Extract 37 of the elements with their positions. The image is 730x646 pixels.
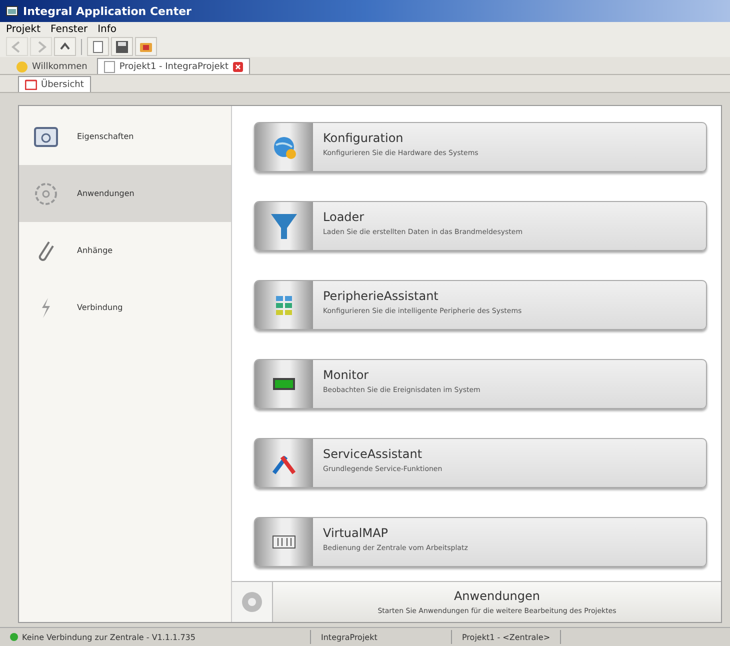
tab-label: Übersicht: [41, 80, 84, 90]
status-light-icon: [10, 633, 18, 641]
tab[interactable]: Projekt1 - IntegraProjekt: [97, 58, 250, 74]
info-title: Anwendungen: [454, 589, 540, 603]
sidebar-label: Eigenschaften: [77, 132, 134, 141]
menu-item[interactable]: Projekt: [6, 24, 41, 34]
sidebar-item[interactable]: Anhänge: [19, 222, 231, 279]
funnel-icon: [270, 212, 298, 240]
sidebar-item[interactable]: Eigenschaften: [19, 108, 231, 165]
status-text: IntegraProjekt: [321, 632, 378, 642]
application-title: Monitor: [323, 368, 370, 382]
sidebar-item[interactable]: Anwendungen: [19, 165, 231, 222]
application-title: Konfiguration: [323, 131, 404, 145]
application-title: PeripherieAssistant: [323, 289, 440, 303]
status-text: Projekt1 - <Zentrale>: [462, 632, 550, 642]
menu-item[interactable]: Fenster: [50, 24, 88, 34]
page-icon: [104, 60, 116, 72]
tab-label: Projekt1 - IntegraProjekt: [119, 62, 229, 72]
menu-item[interactable]: Info: [98, 24, 117, 34]
page-icon: [90, 38, 106, 54]
application-title: Loader: [323, 210, 366, 224]
tab[interactable]: Übersicht: [18, 76, 91, 92]
window-icon: [6, 6, 18, 16]
sidebar-label: Anhänge: [77, 246, 113, 255]
status-text: Keine Verbindung zur Zentrale - V1.1.1.735: [22, 632, 196, 642]
toolbar-button[interactable]: [135, 37, 157, 56]
toolbar-button[interactable]: [54, 37, 76, 56]
application-title: VirtualMAP: [323, 526, 390, 540]
sidebar-label: Anwendungen: [77, 189, 134, 198]
tab-label: Willkommen: [32, 62, 88, 72]
sidebar-item[interactable]: Verbindung: [19, 279, 231, 336]
toolbar-button[interactable]: [111, 37, 133, 56]
window-title: Integral Application Center: [23, 4, 192, 18]
tab[interactable]: Willkommen: [10, 59, 94, 74]
application-title: ServiceAssistant: [323, 447, 424, 461]
toolbar-button[interactable]: [87, 37, 109, 56]
sidebar-label: Verbindung: [77, 303, 123, 312]
